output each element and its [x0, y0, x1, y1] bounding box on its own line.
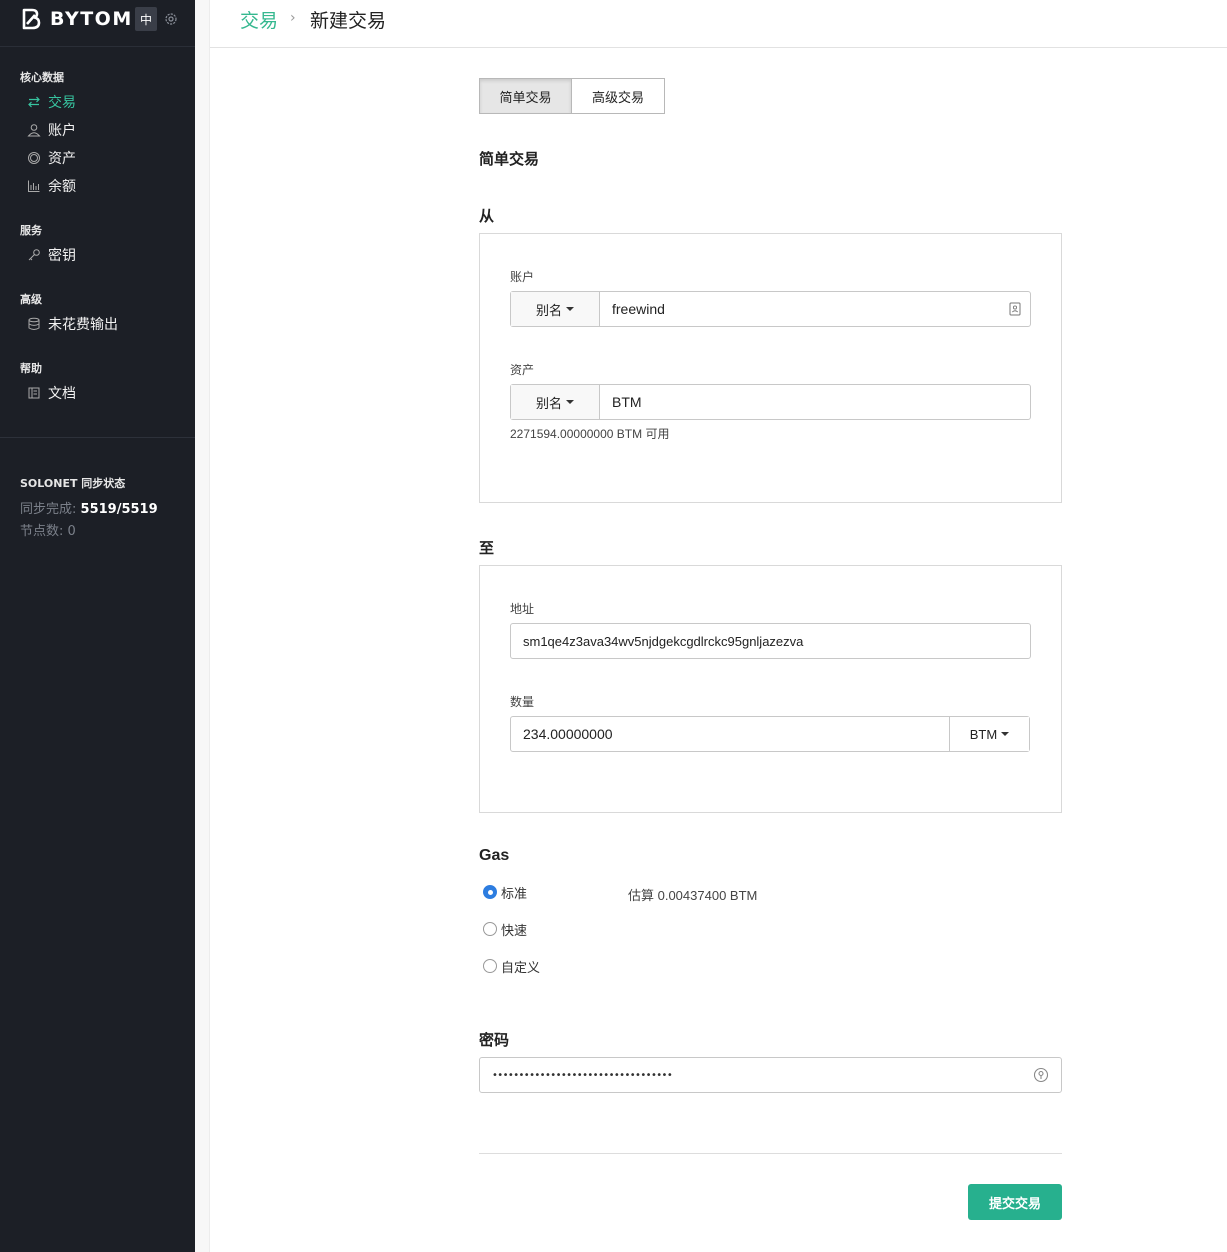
asset-mode-dropdown[interactable]: 别名	[511, 385, 600, 419]
gas-option-label: 标准	[501, 886, 528, 902]
sync-progress: 同步完成: 5519/5519	[20, 498, 158, 517]
radio-unselected-icon	[483, 959, 497, 973]
amount-unit-dropdown[interactable]: BTM	[949, 717, 1029, 751]
brand[interactable]: BYTOM	[20, 6, 133, 32]
address-input[interactable]	[511, 624, 1030, 658]
sidebar: BYTOM 中 核心数据 交易 账户 资产 余额 服务 密钥 高级 未花费输出 …	[0, 0, 195, 1252]
sync-progress-label: 同步完成:	[20, 502, 77, 517]
sidebar-item-label: 余额	[48, 179, 76, 195]
sidebar-item-assets[interactable]: 资产	[27, 148, 76, 168]
content-gutter	[195, 0, 210, 1252]
gas-option-label: 自定义	[501, 960, 541, 976]
sidebar-divider	[0, 437, 195, 438]
language-toggle-button[interactable]: 中	[135, 7, 157, 31]
address-book-icon[interactable]	[1000, 292, 1030, 326]
account-input[interactable]	[600, 292, 1000, 326]
sidebar-item-accounts[interactable]: 账户	[27, 120, 76, 140]
sidebar-item-docs[interactable]: 文档	[27, 383, 76, 403]
to-panel	[479, 565, 1062, 813]
asset-label: 资产	[510, 363, 535, 377]
account-label: 账户	[510, 270, 535, 284]
tab-simple-transaction[interactable]: 简单交易	[479, 78, 572, 114]
account-mode-label: 别名	[535, 303, 562, 319]
peer-count-value: 0	[67, 524, 76, 539]
visibility-toggle-icon[interactable]	[1021, 1058, 1061, 1092]
password-heading: 密码	[479, 1031, 510, 1049]
bar-chart-icon	[27, 179, 41, 193]
password-masked-value[interactable]: ••••••••••••••••••••••••••••••••••	[480, 1058, 1021, 1092]
sidebar-item-label: 交易	[48, 95, 76, 111]
address-field	[510, 623, 1031, 659]
doc-icon	[27, 386, 41, 400]
amount-input-group: BTM	[510, 716, 1030, 752]
caret-down-icon	[566, 400, 574, 404]
gear-icon[interactable]	[164, 12, 178, 26]
form-footer-divider	[479, 1153, 1062, 1154]
available-balance: 2271594.00000000 BTM 可用	[510, 427, 670, 441]
key-icon	[27, 248, 41, 262]
page-title: 新建交易	[310, 10, 387, 32]
amount-label: 数量	[510, 695, 535, 709]
gas-option-fast[interactable]: 快速	[483, 920, 528, 939]
sidebar-item-transactions[interactable]: 交易	[27, 92, 76, 112]
from-heading: 从	[479, 207, 495, 225]
gas-estimate: 估算 0.00437400 BTM	[628, 888, 758, 903]
circle-icon	[27, 151, 41, 165]
user-icon	[27, 123, 41, 137]
gas-option-standard[interactable]: 标准	[483, 883, 528, 902]
sidebar-item-label: 密钥	[48, 248, 76, 264]
sync-status-title: SOLONET 同步状态	[20, 477, 126, 490]
address-label: 地址	[510, 602, 535, 616]
breadcrumb-transactions-link[interactable]: 交易	[240, 6, 278, 33]
sidebar-item-label: 资产	[48, 151, 76, 167]
peer-count-label: 节点数:	[20, 524, 64, 539]
password-field[interactable]: ••••••••••••••••••••••••••••••••••	[479, 1057, 1062, 1093]
breadcrumb-separator: ›	[290, 10, 296, 26]
asset-input[interactable]	[600, 385, 1030, 419]
asset-input-group: 别名	[510, 384, 1031, 420]
section-help: 帮助	[20, 362, 42, 375]
form-section-title: 简单交易	[479, 150, 540, 168]
sidebar-item-label: 文档	[48, 386, 76, 402]
submit-transaction-button[interactable]: 提交交易	[968, 1184, 1062, 1220]
bytom-logo-icon	[22, 8, 41, 30]
database-icon	[27, 317, 41, 331]
sidebar-item-balances[interactable]: 余额	[27, 176, 76, 196]
radio-unselected-icon	[483, 922, 497, 936]
section-advanced: 高级	[20, 293, 42, 306]
from-panel	[479, 233, 1062, 503]
sidebar-item-label: 未花费输出	[48, 317, 118, 333]
sidebar-item-keys[interactable]: 密钥	[27, 245, 76, 265]
radio-selected-icon	[483, 885, 497, 899]
tab-advanced-transaction[interactable]: 高级交易	[572, 78, 665, 114]
to-heading: 至	[479, 539, 495, 557]
amount-input[interactable]	[511, 717, 949, 751]
swap-icon	[27, 95, 41, 109]
asset-mode-label: 别名	[535, 396, 562, 412]
section-services: 服务	[20, 224, 42, 237]
peer-count: 节点数: 0	[20, 520, 76, 539]
transaction-type-tabs: 简单交易 高级交易	[479, 78, 665, 114]
account-input-group: 别名	[510, 291, 1031, 327]
gas-option-custom[interactable]: 自定义	[483, 957, 541, 976]
brand-name: BYTOM	[50, 8, 133, 30]
section-core-data: 核心数据	[20, 71, 64, 84]
sidebar-header-divider	[0, 46, 195, 47]
caret-down-icon	[566, 307, 574, 311]
amount-unit-label: BTM	[969, 726, 998, 742]
account-mode-dropdown[interactable]: 别名	[511, 292, 600, 326]
sync-progress-value: 5519/5519	[80, 502, 158, 517]
gas-heading: Gas	[479, 847, 510, 864]
caret-down-icon	[1001, 732, 1010, 736]
sidebar-item-unspent-outputs[interactable]: 未花费输出	[27, 314, 118, 334]
page-header: 交易 › 新建交易	[210, 0, 1227, 48]
gas-option-label: 快速	[501, 923, 528, 939]
sidebar-item-label: 账户	[48, 123, 76, 139]
